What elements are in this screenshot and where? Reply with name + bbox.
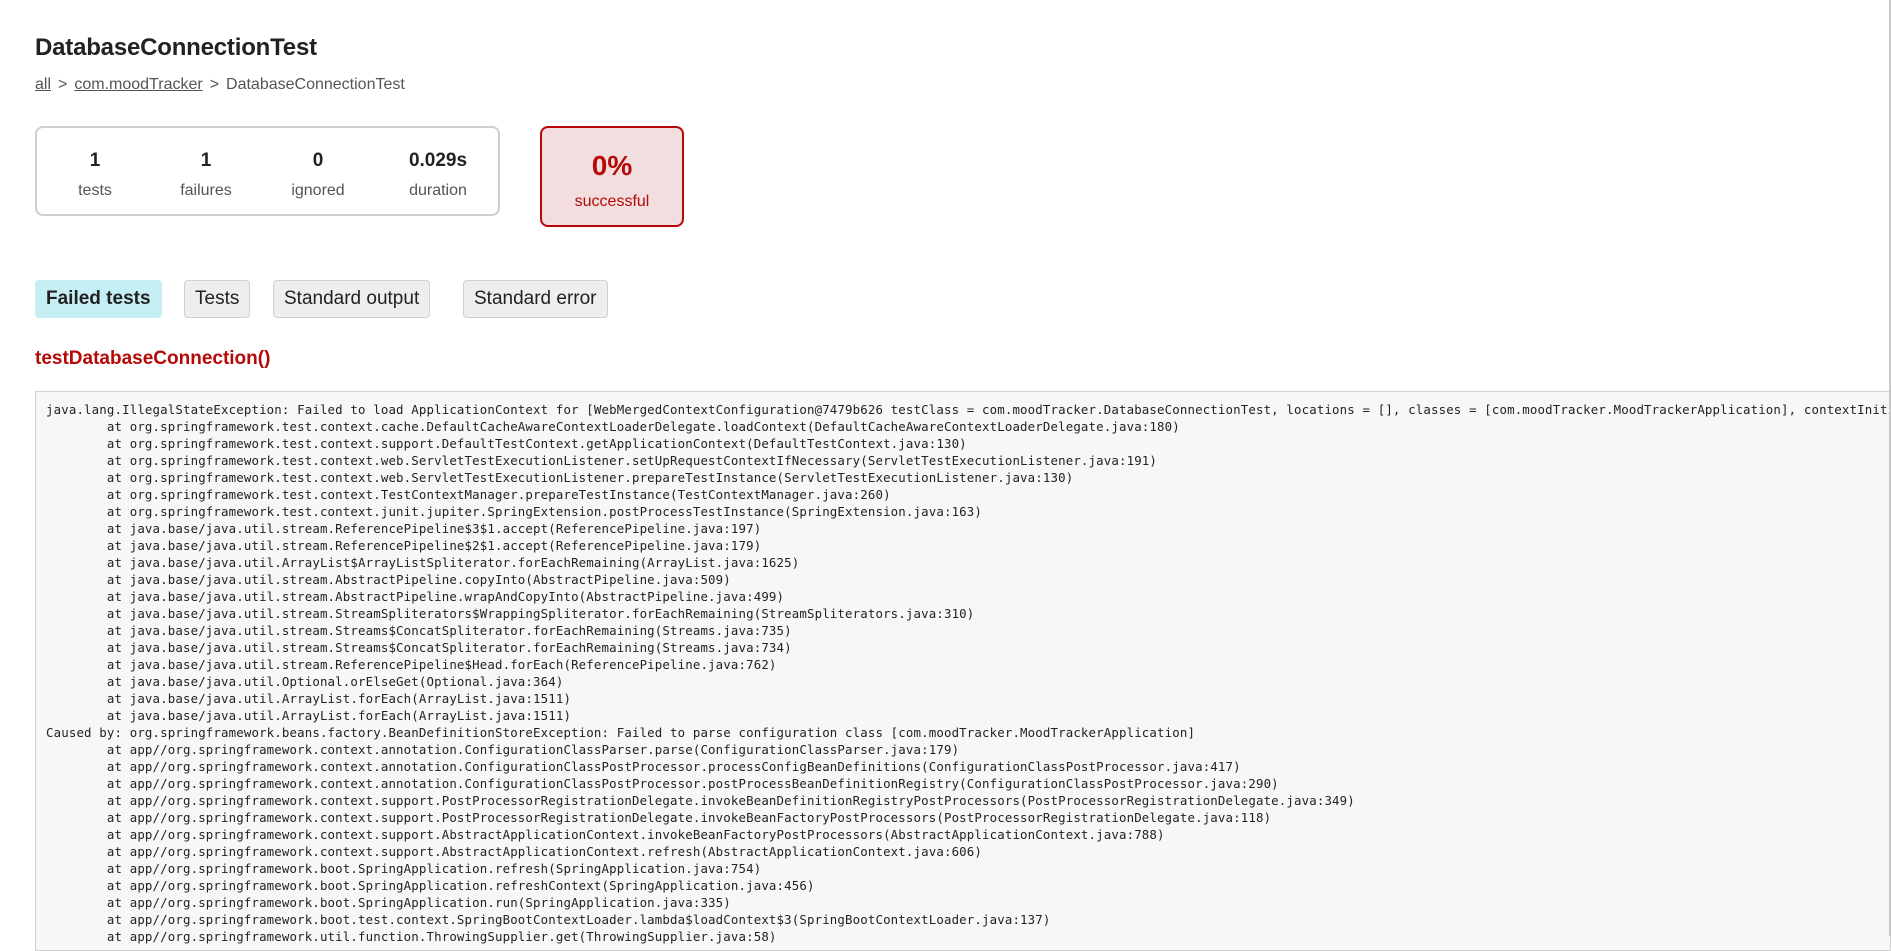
stacktrace-text: java.lang.IllegalStateException: Failed … (46, 401, 1890, 945)
stacktrace-line: at org.springframework.test.context.juni… (46, 504, 983, 519)
stat-tests-label: tests (78, 182, 112, 199)
stacktrace-line: at java.base/java.util.stream.ReferenceP… (46, 521, 762, 536)
stacktrace-line: at org.springframework.test.context.web.… (46, 470, 1074, 485)
stat-failures-label: failures (180, 182, 232, 199)
stacktrace-line: at app//org.springframework.context.supp… (46, 810, 1272, 825)
stacktrace-line: at app//org.springframework.boot.test.co… (46, 912, 1051, 927)
stacktrace-line: at java.base/java.util.stream.AbstractPi… (46, 572, 731, 587)
stacktrace-panel[interactable]: java.lang.IllegalStateException: Failed … (35, 391, 1891, 951)
stacktrace-line: at org.springframework.test.context.web.… (46, 453, 1158, 468)
stacktrace-line: at java.base/java.util.ArrayList$ArrayLi… (46, 555, 800, 570)
stat-failures-value: 1 (200, 150, 212, 171)
stacktrace-line: at java.base/java.util.stream.StreamSpli… (46, 606, 975, 621)
stacktrace-line: at java.base/java.util.ArrayList.forEach… (46, 708, 572, 723)
stacktrace-line: at org.springframework.test.context.supp… (46, 436, 967, 451)
tab-standard-output[interactable]: Standard output (273, 280, 431, 318)
stacktrace-line: at app//org.springframework.boot.SpringA… (46, 895, 731, 910)
success-rate-value: 0% (591, 150, 633, 181)
stacktrace-line: at app//org.springframework.context.supp… (46, 844, 983, 859)
tab-tests[interactable]: Tests (184, 280, 251, 318)
breadcrumb-link-package[interactable]: com.moodTracker (74, 76, 202, 93)
stat-ignored-label: ignored (291, 182, 345, 199)
stacktrace-line: at java.base/java.util.stream.Streams$Co… (46, 640, 792, 655)
stacktrace-line: at app//org.springframework.context.anno… (46, 742, 960, 757)
stacktrace-line: at org.springframework.test.context.cach… (46, 419, 1180, 434)
stacktrace-line: at java.base/java.util.stream.AbstractPi… (46, 589, 785, 604)
failed-test-name: testDatabaseConnection() (35, 348, 271, 369)
stacktrace-line: at app//org.springframework.boot.SpringA… (46, 861, 762, 876)
stacktrace-line: at java.base/java.util.stream.ReferenceP… (46, 538, 762, 553)
stat-duration-label: duration (409, 182, 467, 199)
stacktrace-line: at app//org.springframework.boot.SpringA… (46, 878, 815, 893)
stacktrace-line: at java.base/java.util.ArrayList.forEach… (46, 691, 572, 706)
stacktrace-line: at app//org.springframework.context.supp… (46, 827, 1165, 842)
breadcrumb: all > com.moodTracker > DatabaseConnectionTe… (35, 76, 405, 94)
stacktrace-line: at app//org.springframework.context.supp… (46, 793, 1355, 808)
breadcrumb-link-all[interactable]: all (35, 76, 51, 93)
tab-standard-error[interactable]: Standard error (463, 280, 608, 318)
stacktrace-line: Caused by: org.springframework.beans.fac… (46, 725, 1196, 740)
stacktrace-line: at app//org.springframework.util.functio… (46, 929, 777, 944)
breadcrumb-separator: > (209, 76, 220, 93)
stacktrace-line: at java.base/java.util.stream.Streams$Co… (46, 623, 792, 638)
stat-ignored-value: 0 (312, 150, 324, 171)
success-rate-box: 0% successful (540, 126, 684, 227)
tab-failed-tests[interactable]: Failed tests (35, 280, 162, 318)
page-title: DatabaseConnectionTest (35, 34, 317, 61)
stacktrace-line: java.lang.IllegalStateException: Failed … (46, 402, 1891, 417)
stat-tests-value: 1 (89, 150, 101, 171)
stacktrace-line: at app//org.springframework.context.anno… (46, 759, 1241, 774)
summary-box: 1 tests 1 failures 0 ignored 0.029s dura… (35, 126, 500, 216)
success-rate-label: successful (574, 193, 650, 210)
stacktrace-line: at java.base/java.util.Optional.orElseGe… (46, 674, 564, 689)
stacktrace-line: at java.base/java.util.stream.ReferenceP… (46, 657, 777, 672)
stat-duration-value: 0.029s (408, 150, 468, 171)
breadcrumb-separator: > (58, 76, 68, 93)
stacktrace-line: at org.springframework.test.context.Test… (46, 487, 891, 502)
stacktrace-line: at app//org.springframework.context.anno… (46, 776, 1279, 791)
breadcrumb-current: DatabaseConnectionTest (226, 76, 405, 93)
